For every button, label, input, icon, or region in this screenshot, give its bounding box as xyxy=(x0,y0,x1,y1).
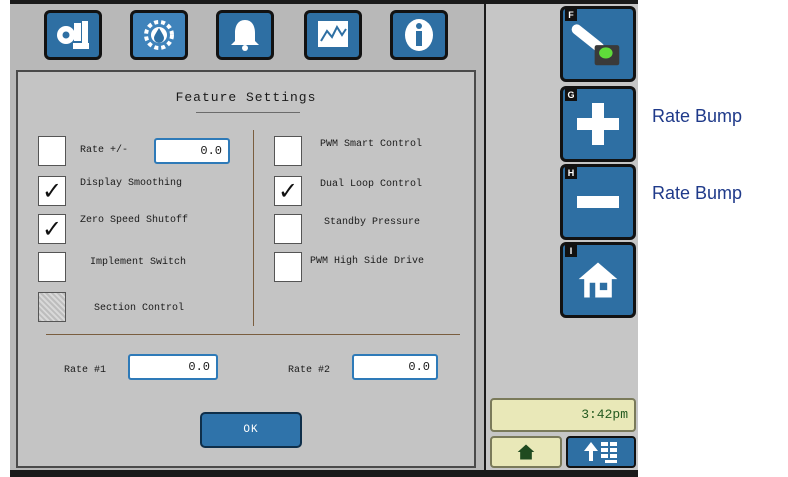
ok-button[interactable]: OK xyxy=(200,412,302,448)
terminal-screen: Feature Settings Rate +/- 0.0 ✓ Display … xyxy=(10,0,638,477)
pwm-high-side-drive-checkbox[interactable] xyxy=(274,252,302,282)
menu-layout-button[interactable] xyxy=(566,436,636,468)
home-icon xyxy=(517,444,535,460)
rate-bump-down-label: Rate Bump xyxy=(652,183,743,203)
pwm-high-side-drive-label: PWM High Side Drive xyxy=(310,256,425,267)
softkey-i-button[interactable]: I xyxy=(560,242,636,318)
arrow-up-grid-icon xyxy=(584,442,617,463)
softkey-f-button[interactable]: F xyxy=(560,6,636,82)
softkey-letter: G xyxy=(565,89,577,101)
info-icon xyxy=(405,19,433,51)
plus-icon xyxy=(577,103,619,145)
section-divider xyxy=(46,334,460,335)
rate1-label: Rate #1 xyxy=(64,365,107,376)
standby-pressure-label: Standby Pressure xyxy=(324,217,421,228)
check-mark-icon: ✓ xyxy=(41,215,63,243)
column-divider xyxy=(253,130,254,326)
gear-droplet-icon xyxy=(144,20,174,50)
softkey-h-button[interactable]: H xyxy=(560,164,636,240)
standby-pressure-checkbox[interactable] xyxy=(274,214,302,244)
side-panel: F G H I 3:42pm xyxy=(486,4,638,470)
zero-speed-shutoff-label: Zero Speed Shutoff xyxy=(80,215,189,226)
home-button[interactable] xyxy=(490,436,562,468)
check-mark-icon: ✓ xyxy=(41,177,63,205)
pwm-smart-control-label: PWM Smart Control xyxy=(320,139,423,150)
tab-information[interactable] xyxy=(390,10,448,60)
softkey-letter: H xyxy=(565,167,577,179)
dual-loop-control-checkbox[interactable]: ✓ xyxy=(274,176,302,206)
dual-loop-control-label: Dual Loop Control xyxy=(320,179,423,190)
home-icon xyxy=(578,262,618,298)
rate-bump-up-label: Rate Bump xyxy=(652,106,743,126)
implement-switch-checkbox[interactable] xyxy=(38,252,66,282)
tab-machine-settings[interactable] xyxy=(44,10,102,60)
gear-settings-icon xyxy=(57,21,89,49)
tab-bar xyxy=(10,4,484,66)
display-smoothing-checkbox[interactable]: ✓ xyxy=(38,176,66,206)
section-control-checkbox xyxy=(38,292,66,322)
feature-settings-dialog: Feature Settings Rate +/- 0.0 ✓ Display … xyxy=(16,70,476,468)
softkey-letter: I xyxy=(565,245,577,257)
rate2-label: Rate #2 xyxy=(288,365,331,376)
clock-display: 3:42pm xyxy=(490,398,636,432)
rate2-field[interactable]: 0.0 xyxy=(352,354,438,380)
tab-alarms[interactable] xyxy=(216,10,274,60)
minus-icon xyxy=(577,196,619,208)
tab-performance[interactable] xyxy=(304,10,362,60)
bell-icon xyxy=(231,20,259,51)
softkey-letter: F xyxy=(565,9,577,21)
rate-adjust-field[interactable]: 0.0 xyxy=(154,138,230,164)
main-panel: Feature Settings Rate +/- 0.0 ✓ Display … xyxy=(10,4,484,470)
chart-monitor-icon xyxy=(318,21,348,47)
rate-adjust-checkbox[interactable] xyxy=(38,136,66,166)
check-mark-icon: ✓ xyxy=(277,177,299,205)
implement-switch-label: Implement Switch xyxy=(90,257,187,268)
softkey-g-button[interactable]: G xyxy=(560,86,636,162)
section-control-label: Section Control xyxy=(94,303,185,314)
display-smoothing-label: Display Smoothing xyxy=(80,178,183,189)
zero-speed-shutoff-checkbox[interactable]: ✓ xyxy=(38,214,66,244)
rate1-field[interactable]: 0.0 xyxy=(128,354,218,380)
tab-product-settings[interactable] xyxy=(130,10,188,60)
title-underline xyxy=(196,112,300,113)
tap-faucet-icon xyxy=(571,24,620,66)
rate-adjust-label: Rate +/- xyxy=(80,145,129,156)
pwm-smart-control-checkbox[interactable] xyxy=(274,136,302,166)
dialog-title: Feature Settings xyxy=(175,90,317,105)
